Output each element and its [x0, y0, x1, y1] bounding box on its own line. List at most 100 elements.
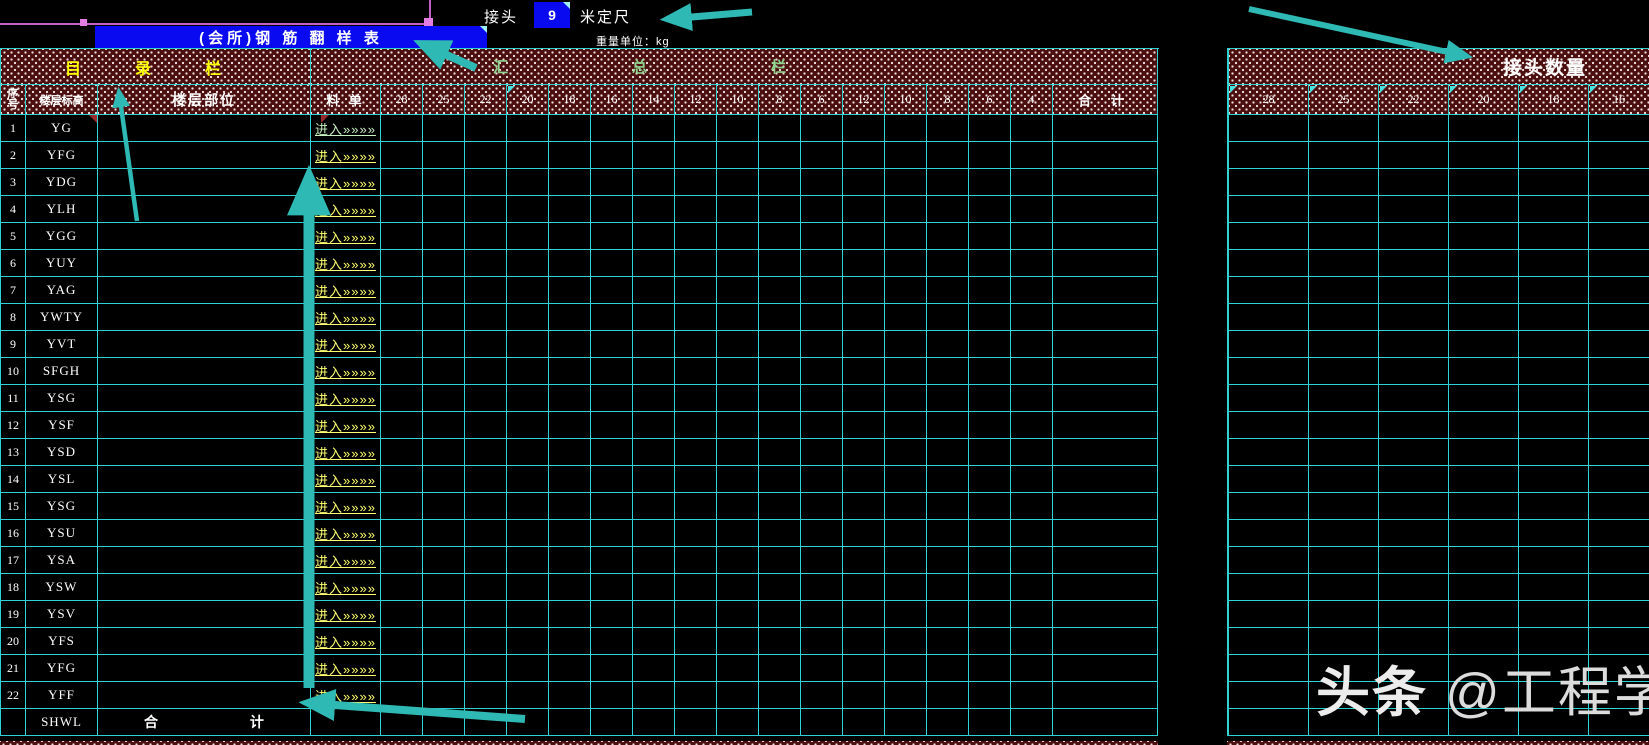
sheet-link-cell[interactable]: 进入»»»»	[311, 196, 381, 223]
joint-table-row	[1229, 466, 1649, 493]
sheet-link-cell[interactable]: 进入»»»»	[311, 466, 381, 493]
joint-qty-cell	[1519, 520, 1589, 547]
qty-cell	[759, 682, 801, 709]
qty-cell	[633, 358, 675, 385]
sheet-link-cell[interactable]: 进入»»»»	[311, 277, 381, 304]
qty-cell	[465, 304, 507, 331]
joint-qty-cell	[1379, 304, 1449, 331]
joint-qty-cell	[1449, 169, 1519, 196]
size-header-12: 12	[843, 85, 885, 115]
sheet-link-cell[interactable]: 进入»»»»	[311, 304, 381, 331]
joint-qty-cell	[1449, 331, 1519, 358]
qty-cell	[885, 601, 927, 628]
joint-qty-cell	[1589, 169, 1649, 196]
qty-cell	[423, 547, 465, 574]
enter-sheet-link[interactable]: 进入»»»»	[315, 281, 376, 300]
qty-cell	[801, 601, 843, 628]
enter-sheet-link[interactable]: 进入»»»»	[315, 173, 376, 192]
qty-cell	[507, 385, 549, 412]
enter-sheet-link[interactable]: 进入»»»»	[315, 524, 376, 543]
sheet-link-cell[interactable]: 进入»»»»	[311, 223, 381, 250]
sheet-link-cell[interactable]: 进入»»»»	[311, 385, 381, 412]
qty-cell	[759, 709, 801, 736]
qty-cell	[633, 655, 675, 682]
enter-sheet-link[interactable]: 进入»»»»	[315, 308, 376, 327]
floor-code-cell: YFG	[26, 655, 98, 682]
sheet-link-cell[interactable]: 进入»»»»	[311, 493, 381, 520]
qty-cell	[591, 223, 633, 250]
sheet-link-cell[interactable]: 进入»»»»	[311, 250, 381, 277]
enter-sheet-link[interactable]: 进入»»»»	[315, 254, 376, 273]
enter-sheet-link[interactable]: 进入»»»»	[315, 335, 376, 354]
qty-cell	[381, 520, 423, 547]
qty-cell	[507, 655, 549, 682]
joint-quantity-table: 接头数量 282522201816	[1227, 48, 1649, 736]
qty-cell	[1011, 250, 1053, 277]
joint-qty-cell	[1519, 385, 1589, 412]
sheet-link-cell[interactable]: 进入»»»»	[311, 331, 381, 358]
seq-cell: 11	[1, 385, 26, 412]
qty-cell	[759, 196, 801, 223]
sheet-link-cell[interactable]: 进入»»»»	[311, 628, 381, 655]
sheet-link-cell[interactable]: 进入»»»»	[311, 412, 381, 439]
qty-cell	[675, 358, 717, 385]
enter-sheet-link[interactable]: 进入»»»»	[315, 659, 376, 678]
qty-cell	[969, 520, 1011, 547]
joint-qty-cell	[1229, 385, 1309, 412]
enter-sheet-link[interactable]: 进入»»»»	[315, 227, 376, 246]
joint-qty-cell	[1309, 385, 1379, 412]
qty-cell	[885, 331, 927, 358]
table-row: 22YFF进入»»»»	[1, 682, 1159, 709]
enter-sheet-link[interactable]: 进入»»»»	[315, 551, 376, 570]
enter-sheet-link[interactable]: 进入»»»»	[315, 146, 376, 165]
sheet-link-cell[interactable]: 进入»»»»	[311, 547, 381, 574]
enter-sheet-link[interactable]: 进入»»»»	[315, 389, 376, 408]
enter-sheet-link[interactable]: 进入»»»»	[315, 578, 376, 597]
sheet-link-cell[interactable]: 进入»»»»	[311, 439, 381, 466]
qty-cell	[927, 466, 969, 493]
enter-sheet-link[interactable]: 进入»»»»	[315, 497, 376, 516]
qty-cell	[801, 628, 843, 655]
enter-sheet-link[interactable]: 进入»»»»	[315, 443, 376, 462]
sheet-link-cell[interactable]: 进入»»»»	[311, 574, 381, 601]
joint-value-cell[interactable]: 9	[534, 2, 570, 28]
qty-cell	[759, 115, 801, 142]
location-cell	[98, 439, 311, 466]
qty-cell	[801, 547, 843, 574]
qty-cell	[675, 385, 717, 412]
joint-size-header-22: 22	[1379, 85, 1449, 115]
enter-sheet-link[interactable]: 进入»»»»	[315, 605, 376, 624]
floor-code-cell: YWTY	[26, 304, 98, 331]
qty-cell	[675, 412, 717, 439]
enter-sheet-link[interactable]: 进入»»»»	[315, 470, 376, 489]
qty-cell	[423, 250, 465, 277]
qty-cell	[381, 277, 423, 304]
qty-cell	[885, 466, 927, 493]
sheet-link-cell[interactable]: 进入»»»»	[311, 358, 381, 385]
joint-qty-cell	[1519, 142, 1589, 169]
sheet-link-cell[interactable]: 进入»»»»	[311, 169, 381, 196]
enter-sheet-link[interactable]: 进入»»»»	[315, 200, 376, 219]
qty-cell	[381, 331, 423, 358]
sheet-link-cell[interactable]: 进入»»»»	[311, 115, 381, 142]
enter-sheet-link[interactable]: 进入»»»»	[315, 632, 376, 651]
enter-sheet-link[interactable]: 进入»»»»	[315, 362, 376, 381]
sheet-link-cell[interactable]: 进入»»»»	[311, 682, 381, 709]
enter-sheet-link[interactable]: 进入»»»»	[315, 416, 376, 435]
cell-corner-marker-icon	[480, 26, 487, 33]
qty-cell	[885, 223, 927, 250]
floor-code-cell: YFF	[26, 682, 98, 709]
sheet-link-cell[interactable]: 进入»»»»	[311, 601, 381, 628]
qty-cell	[843, 520, 885, 547]
qty-cell	[633, 412, 675, 439]
qty-cell	[381, 223, 423, 250]
elevation-header: 楼层标高	[26, 85, 98, 115]
enter-sheet-link[interactable]: 进入»»»»	[315, 686, 376, 705]
qty-cell	[423, 142, 465, 169]
qty-cell	[759, 250, 801, 277]
size-header-8: 8	[927, 85, 969, 115]
sheet-link-cell[interactable]: 进入»»»»	[311, 655, 381, 682]
sheet-link-cell[interactable]: 进入»»»»	[311, 142, 381, 169]
sheet-link-cell[interactable]: 进入»»»»	[311, 520, 381, 547]
qty-cell	[465, 412, 507, 439]
